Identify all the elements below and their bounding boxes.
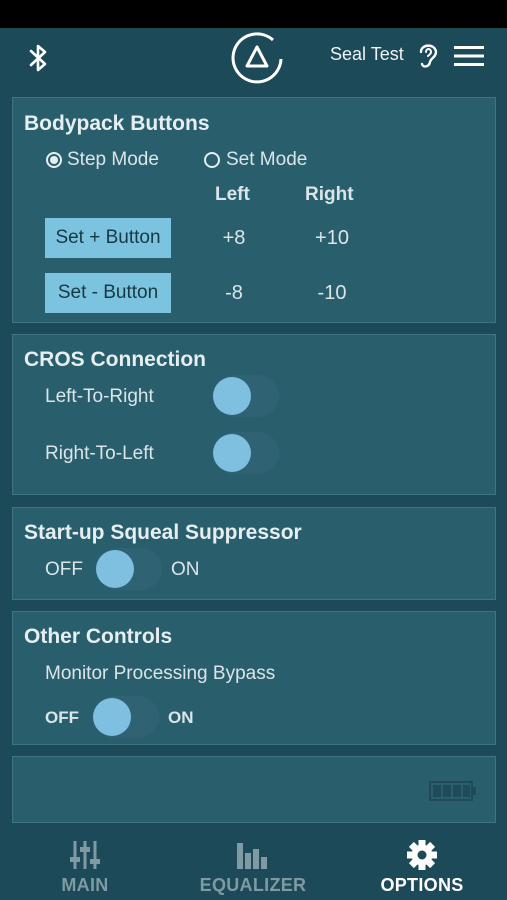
squeal-on-label: ON [171, 559, 200, 580]
tab-main-label: MAIN [61, 875, 109, 895]
toggle-knob [93, 698, 131, 736]
squeal-suppressor-toggle[interactable] [96, 548, 162, 590]
plus-right-value: +10 [315, 227, 349, 249]
bypass-on-label: ON [168, 708, 194, 727]
left-column-header: Left [215, 184, 250, 205]
tab-equalizer[interactable]: EQUALIZER [188, 833, 318, 900]
cros-title: CROS Connection [24, 348, 206, 371]
minus-left-value: -8 [225, 282, 243, 304]
toggle-knob [96, 550, 134, 588]
minus-right-value: -10 [317, 282, 347, 304]
cros-connection-panel: CROS Connection Left-To-Right Right-To-L… [12, 334, 496, 495]
tab-options-label: OPTIONS [380, 875, 464, 895]
plus-left-value: +8 [222, 227, 246, 249]
bottom-tab-bar: MAIN EQUALIZER OPTIONS [0, 833, 507, 900]
seal-test-label[interactable]: Seal Test [330, 44, 404, 65]
bodypack-buttons-panel: Bodypack Buttons Step Mode Set Mode Left… [12, 97, 496, 323]
tab-options[interactable]: OPTIONS [368, 833, 476, 900]
top-bar: Seal Test [0, 28, 507, 88]
equalizer-bars-icon [237, 843, 267, 869]
set-minus-button[interactable]: Set - Button [45, 273, 171, 313]
other-controls-title: Other Controls [24, 625, 173, 648]
tab-equalizer-label: EQUALIZER [199, 875, 307, 895]
monitor-bypass-toggle[interactable] [93, 696, 159, 738]
bodypack-title: Bodypack Buttons [24, 112, 210, 135]
left-to-right-label: Left-To-Right [45, 386, 154, 407]
squeal-off-label: OFF [45, 559, 83, 580]
right-to-left-toggle[interactable] [213, 432, 279, 474]
right-to-left-label: Right-To-Left [45, 443, 154, 464]
set-mode-radio[interactable] [204, 152, 220, 168]
squeal-suppressor-panel: Start-up Squeal Suppressor OFF ON [12, 507, 496, 600]
battery-icon [429, 781, 476, 801]
tab-main[interactable]: MAIN [40, 833, 130, 900]
sliders-icon [70, 841, 100, 869]
set-mode-label[interactable]: Set Mode [226, 149, 307, 171]
bypass-off-label: OFF [45, 708, 79, 727]
right-column-header: Right [305, 184, 354, 205]
device-status-panel [12, 756, 496, 823]
system-status-bar [0, 0, 507, 28]
logo-triangle-icon [231, 32, 283, 84]
step-mode-radio[interactable] [46, 152, 62, 168]
step-mode-label[interactable]: Step Mode [67, 149, 159, 171]
toggle-knob [213, 434, 251, 472]
ear-icon[interactable] [416, 40, 440, 70]
squeal-title: Start-up Squeal Suppressor [24, 521, 302, 544]
set-plus-button[interactable]: Set + Button [45, 218, 171, 258]
gear-icon [407, 840, 437, 870]
bluetooth-icon[interactable] [26, 42, 50, 74]
toggle-knob [213, 377, 251, 415]
left-to-right-toggle[interactable] [213, 375, 279, 417]
hamburger-menu-icon[interactable] [454, 44, 484, 68]
other-controls-panel: Other Controls Monitor Processing Bypass… [12, 611, 496, 745]
monitor-bypass-label: Monitor Processing Bypass [45, 663, 276, 684]
